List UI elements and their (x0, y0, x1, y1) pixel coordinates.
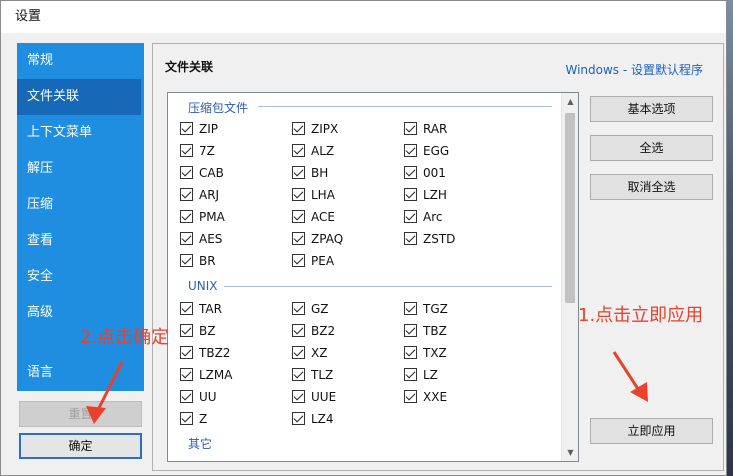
arrow-to-apply-icon (612, 351, 642, 393)
arrow-to-ok-icon (96, 361, 124, 411)
annotation-arrows (86, 351, 648, 424)
arrow-head-icon (86, 406, 106, 424)
arrow-head-icon (630, 382, 648, 402)
